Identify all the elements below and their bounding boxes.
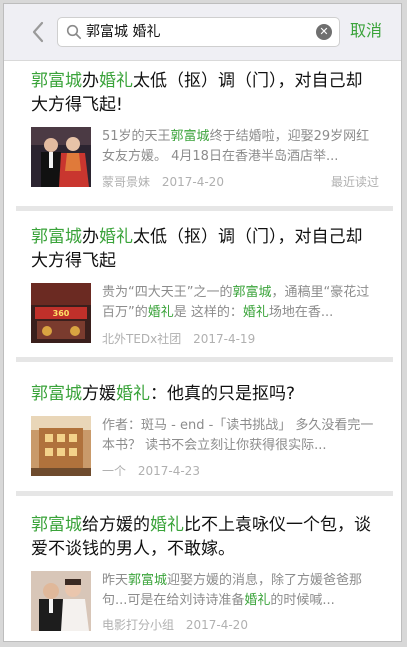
result-thumbnail: [31, 571, 91, 631]
result-source: 一个: [102, 464, 127, 478]
result-snippet: 51岁的天王郭富城终于结婚啦，迎娶29岁网红女友方媛。 4月18日在香港半岛酒店…: [102, 127, 380, 167]
text-segment: 51岁的天王: [102, 129, 171, 144]
text-segment: 场地在香...: [268, 305, 334, 320]
chevron-left-icon: [32, 21, 44, 43]
back-button[interactable]: [26, 18, 50, 46]
highlighted-keyword: 婚礼: [116, 384, 150, 404]
search-bar: 郭富城 婚礼 ✕ 取消: [4, 4, 401, 61]
result-meta: 电影打分小组 2017-4-20: [102, 617, 256, 633]
result-card[interactable]: 郭富城办婚礼太低（抠）调（门），对自己却大方得飞起! 51岁的天王郭富城终于结婚…: [4, 61, 401, 207]
search-icon: [66, 24, 82, 40]
result-date: 2017-4-20: [185, 618, 248, 632]
text-segment: 方媛: [82, 384, 116, 404]
result-card[interactable]: 郭富城方媛婚礼：他真的只是抠吗? 作者：斑马 - end -「读书挑战」 多久没…: [4, 362, 401, 492]
result-snippet: 作者：斑马 - end -「读书挑战」 多久没看完一本书？ 读书不会立刻让你获得…: [102, 416, 380, 456]
highlighted-keyword: 郭富城: [31, 384, 82, 404]
clear-icon[interactable]: ✕: [316, 24, 332, 40]
result-meta: 蒙哥景妹 2017-4-20: [102, 174, 232, 190]
highlighted-keyword: 婚礼: [99, 71, 133, 91]
highlighted-keyword: 郭富城: [232, 285, 272, 300]
result-title[interactable]: 郭富城办婚礼太低（抠）调（门），对自己却大方得飞起: [31, 225, 376, 273]
result-source: 电影打分小组: [102, 618, 175, 632]
highlighted-keyword: 郭富城: [31, 515, 82, 535]
highlighted-keyword: 婚礼: [147, 305, 174, 320]
result-card[interactable]: 郭富城办婚礼太低（抠）调（门），对自己却大方得飞起 360 贵为“四大天王”之一…: [4, 211, 401, 356]
highlighted-keyword: 郭富城: [31, 71, 82, 91]
result-date: 2017-4-20: [161, 175, 224, 189]
highlighted-keyword: 郭富城: [31, 227, 82, 247]
highlighted-keyword: 郭富城: [170, 129, 210, 144]
result-title[interactable]: 郭富城给方媛的婚礼比不上袁咏仪一个包，谈爱不谈钱的男人，不敢嫁。: [31, 513, 376, 561]
result-meta: 一个 2017-4-23: [102, 463, 208, 479]
result-title[interactable]: 郭富城方媛婚礼：他真的只是抠吗?: [31, 382, 376, 406]
highlighted-keyword: 婚礼: [150, 515, 184, 535]
result-thumbnail: [31, 127, 91, 187]
text-segment: 是 这样的：: [173, 305, 243, 320]
text-segment: 昨天: [102, 573, 129, 588]
text-segment: 的时候喊...: [270, 593, 335, 608]
text-segment: 贵为“四大天王”之一的: [102, 285, 233, 300]
highlighted-keyword: 郭富城: [128, 573, 168, 588]
cancel-button[interactable]: 取消: [350, 21, 382, 41]
text-segment: 办: [82, 227, 99, 247]
result-thumbnail: [31, 416, 91, 476]
result-source: 蒙哥景妹: [102, 175, 151, 189]
text-segment: 给方媛的: [82, 515, 150, 535]
result-thumbnail: 360: [31, 283, 91, 343]
result-snippet: 贵为“四大天王”之一的郭富城，通稿里“豪花过百万”的婚礼是 这样的：婚礼场地在香…: [102, 283, 380, 323]
highlighted-keyword: 婚礼: [99, 227, 133, 247]
result-title[interactable]: 郭富城办婚礼太低（抠）调（门），对自己却大方得飞起!: [31, 69, 376, 117]
search-input[interactable]: 郭富城 婚礼 ✕: [57, 17, 340, 47]
highlighted-keyword: 婚礼: [242, 305, 269, 320]
text-segment: 作者：斑马 - end -「读书挑战」 多久没看完一本书？ 读书不会立刻让你获得…: [102, 418, 374, 453]
result-meta: 北外TEDx社团 2017-4-19: [102, 331, 263, 347]
recently-read-label: 最近读过: [330, 175, 379, 189]
result-date: 2017-4-23: [137, 464, 200, 478]
svg-text:360: 360: [53, 309, 70, 318]
result-card[interactable]: 郭富城给方媛的婚礼比不上袁咏仪一个包，谈爱不谈钱的男人，不敢嫁。 昨天郭富城迎娶…: [4, 496, 401, 641]
search-query[interactable]: 郭富城 婚礼: [86, 23, 160, 41]
result-date: 2017-4-19: [193, 332, 256, 346]
app-frame: 郭富城 婚礼 ✕ 取消 郭富城办婚礼太低（抠）调（门），对自己却大方得飞起! 5…: [3, 3, 402, 642]
result-snippet: 昨天郭富城迎娶方媛的消息，除了方媛爸爸那句...可是在给刘诗诗准备婚礼的时候喊.…: [102, 571, 380, 611]
text-segment: ：他真的只是抠吗?: [150, 384, 296, 404]
highlighted-keyword: 婚礼: [244, 593, 271, 608]
result-source: 北外TEDx社团: [102, 332, 182, 346]
text-segment: 办: [82, 71, 99, 91]
